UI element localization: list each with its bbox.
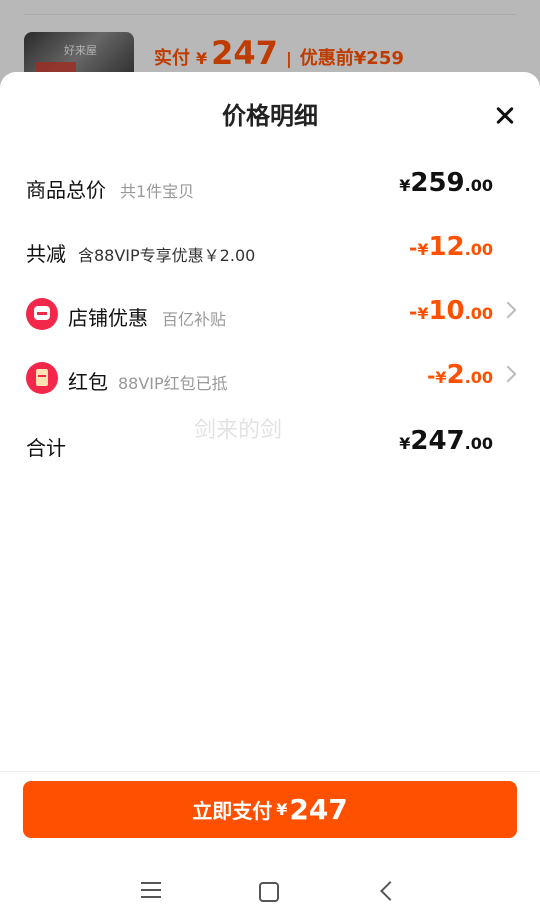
discount-note: 含88VIP专享优惠￥2.00 — [78, 246, 256, 265]
value-decimal: .00 — [464, 434, 493, 453]
shop-discount-value: - ¥ 10 .00 — [409, 296, 493, 326]
shop-discount-note: 百亿补贴 — [162, 310, 227, 329]
pay-now-button[interactable]: 立即支付 ¥ 247 — [23, 781, 517, 838]
home-icon[interactable] — [259, 882, 279, 902]
red-packet-label: 红包 — [68, 370, 108, 394]
row-goods-total: 商品总价 共1件宝贝 ¥ 259 .00 — [0, 168, 540, 208]
goods-total-value: ¥ 259 .00 — [399, 168, 493, 198]
minus-sign: - — [409, 300, 418, 324]
pay-button-label: 立即支付 — [192, 799, 273, 823]
value-integer: 259 — [410, 168, 465, 198]
currency-symbol: ¥ — [399, 434, 411, 453]
value-decimal: .00 — [464, 176, 493, 195]
currency-symbol: ¥ — [399, 176, 411, 195]
value-integer: 10 — [428, 296, 465, 326]
value-integer: 12 — [428, 232, 465, 262]
pay-button-amount: 247 — [289, 793, 348, 826]
shop-discount-label: 店铺优惠 — [68, 306, 148, 330]
goods-total-label: 商品总价 — [26, 178, 106, 202]
row-red-packet[interactable]: 红包 88VIP红包已抵 - ¥ 2 .00 — [0, 360, 540, 400]
discount-label: 共减 — [26, 242, 66, 266]
value-decimal: .00 — [464, 368, 493, 387]
row-total-discount: 共减 含88VIP专享优惠￥2.00 - ¥ 12 .00 — [0, 232, 540, 272]
value-integer: 247 — [410, 426, 465, 456]
goods-count: 共1件宝贝 — [120, 182, 195, 201]
chevron-right-icon[interactable] — [499, 301, 517, 319]
sheet-title: 价格明细 — [222, 102, 318, 130]
currency-symbol: ¥ — [435, 368, 447, 387]
value-decimal: .00 — [464, 240, 493, 259]
chevron-right-icon[interactable] — [499, 365, 517, 383]
red-packet-note: 88VIP红包已抵 — [118, 374, 228, 393]
value-decimal: .00 — [464, 304, 493, 323]
sum-label: 合计 — [26, 436, 66, 460]
row-shop-discount[interactable]: 店铺优惠 百亿补贴 - ¥ 10 .00 — [0, 296, 540, 336]
menu-icon[interactable] — [141, 882, 161, 900]
currency-symbol: ¥ — [417, 304, 429, 323]
red-packet-icon — [26, 362, 58, 394]
back-icon[interactable] — [380, 881, 400, 901]
footer-divider — [0, 771, 540, 772]
value-integer: 2 — [446, 360, 465, 390]
close-icon[interactable] — [492, 102, 520, 130]
minus-sign: - — [427, 364, 436, 388]
sum-value: ¥ 247 .00 — [399, 426, 493, 456]
pay-button-currency: ¥ — [276, 800, 288, 819]
red-packet-value: - ¥ 2 .00 — [427, 360, 493, 390]
watermark-text: 剑来的剑 — [194, 418, 283, 443]
minus-sign: - — [409, 236, 418, 260]
currency-symbol: ¥ — [417, 240, 429, 259]
system-nav-bar — [0, 860, 540, 924]
shop-icon — [26, 298, 58, 330]
discount-value: - ¥ 12 .00 — [409, 232, 493, 262]
